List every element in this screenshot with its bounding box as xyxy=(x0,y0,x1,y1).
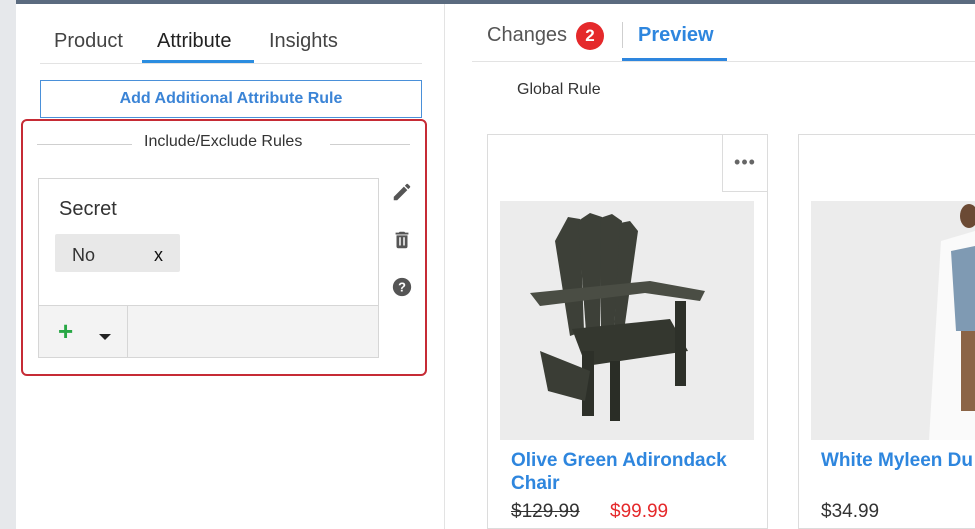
adirondack-chair-image xyxy=(500,201,754,440)
right-tab-bar: Changes 2 Preview xyxy=(472,18,975,62)
rules-section-title: Include/Exclude Rules xyxy=(142,133,305,151)
left-sidebar-edge xyxy=(0,0,16,529)
trash-icon[interactable] xyxy=(391,229,413,251)
rule-attribute-name: Secret xyxy=(59,198,117,220)
changes-count-badge: 2 xyxy=(576,22,604,50)
remove-value-button[interactable]: x xyxy=(154,245,163,266)
rule-value-label: No xyxy=(72,245,96,265)
more-options-button[interactable]: ••• xyxy=(722,134,767,192)
tab-separator xyxy=(622,22,623,48)
rules-title-line-right xyxy=(330,144,410,145)
help-icon[interactable]: ? xyxy=(391,276,413,298)
product-image[interactable] xyxy=(500,201,754,440)
left-tab-bar: Product Attribute Insights xyxy=(40,22,422,64)
product-image[interactable] xyxy=(811,201,975,440)
tab-insights[interactable]: Insights xyxy=(269,30,338,53)
product-price: $34.99 xyxy=(821,501,880,522)
add-attribute-rule-button[interactable]: Add Additional Attribute Rule xyxy=(40,80,422,118)
active-tab-indicator xyxy=(622,58,727,61)
plus-icon[interactable]: + xyxy=(58,318,73,344)
tab-attribute[interactable]: Attribute xyxy=(157,30,231,53)
pencil-icon[interactable] xyxy=(391,181,413,203)
product-title-link[interactable]: Olive Green Adirondack Chair xyxy=(511,449,751,495)
footer-separator xyxy=(127,305,128,357)
svg-text:?: ? xyxy=(398,280,406,295)
caret-down-icon[interactable] xyxy=(99,334,111,340)
global-rule-label: Global Rule xyxy=(517,81,601,98)
white-vest-model-image xyxy=(811,201,975,440)
window-top-border xyxy=(0,0,975,4)
tab-preview[interactable]: Preview xyxy=(638,24,714,47)
tab-product[interactable]: Product xyxy=(54,30,123,53)
rules-title-line-left xyxy=(37,144,132,145)
active-tab-indicator xyxy=(142,60,254,63)
original-price: $129.99 xyxy=(511,501,580,522)
sale-price: $99.99 xyxy=(610,501,669,522)
product-title-link[interactable]: White Myleen Du Vest xyxy=(821,449,975,472)
rule-card-footer xyxy=(39,305,378,357)
panel-divider xyxy=(444,4,445,529)
tab-changes[interactable]: Changes xyxy=(487,24,567,47)
